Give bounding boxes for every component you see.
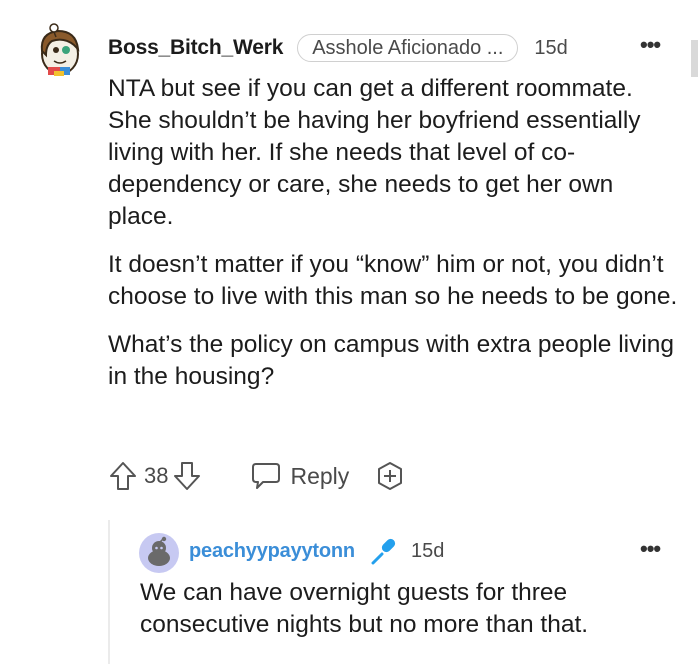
comment-actions: 38 Reply (108, 458, 405, 494)
reply-label: Reply (290, 462, 350, 489)
comment-paragraph: It doesn’t matter if you “know” him or n… (108, 251, 678, 310)
thread-line[interactable] (108, 520, 110, 664)
reply-header: peachyypayytonn 15d (189, 537, 444, 565)
user-avatar[interactable] (34, 23, 84, 77)
snoo-avatar-icon (40, 23, 80, 76)
more-options-button[interactable]: ••• (640, 34, 661, 56)
default-snoo-avatar-icon (139, 533, 179, 573)
give-award-button[interactable] (375, 460, 405, 492)
award-plus-icon (378, 462, 403, 490)
comment-header: Boss_Bitch_Werk Asshole Aficionado ... 1… (108, 34, 568, 62)
reply-age: 15d (410, 539, 445, 562)
comment-paragraph: What’s the policy on campus with extra p… (108, 331, 675, 390)
comment-paragraph: NTA but see if you can get a different r… (108, 75, 641, 230)
comment-body: NTA but see if you can get a different r… (108, 73, 680, 409)
reply-body: We can have overnight guests for three c… (140, 577, 680, 641)
upvote-icon[interactable] (108, 460, 138, 492)
comment-username[interactable]: Boss_Bitch_Werk (108, 36, 283, 60)
reply-more-options-button[interactable]: ••• (640, 538, 661, 560)
scrollbar-thumb[interactable] (691, 40, 698, 77)
reply-button[interactable]: Reply (250, 461, 349, 491)
reply-user-avatar[interactable] (139, 533, 179, 573)
vote-score: 38 (144, 463, 169, 488)
comment-age: 15d (534, 36, 568, 59)
reply-text: We can have overnight guests for three c… (140, 579, 589, 638)
reply-username[interactable]: peachyypayytonn (189, 540, 355, 563)
downvote-icon[interactable] (172, 460, 202, 492)
user-flair[interactable]: Asshole Aficionado ... (297, 34, 519, 62)
reply-bubble-icon (252, 463, 281, 489)
microphone-icon (371, 538, 396, 565)
